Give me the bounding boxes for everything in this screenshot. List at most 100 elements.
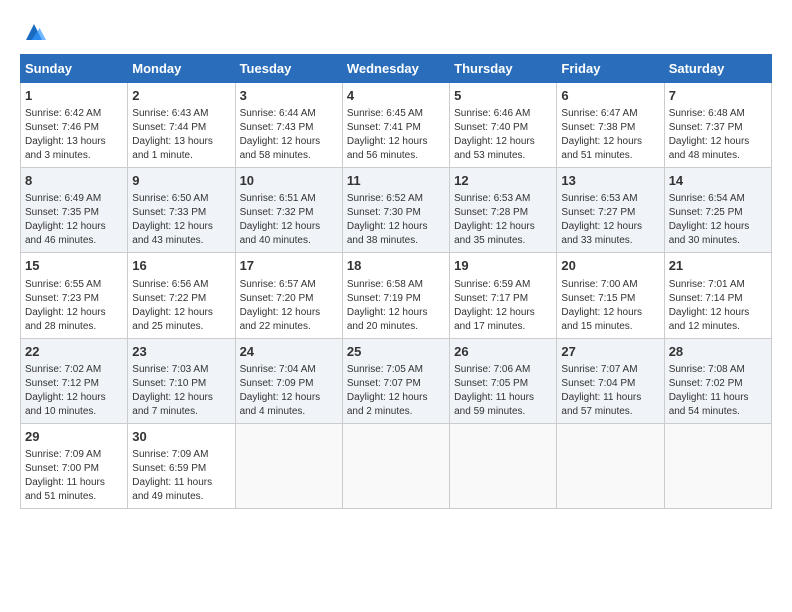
day-number: 15 [25,257,123,275]
calendar-week-4: 22 Sunrise: 7:02 AM Sunset: 7:12 PM Dayli… [21,338,772,423]
day-number: 7 [669,87,767,105]
calendar-cell: 15 Sunrise: 6:55 AM Sunset: 7:23 PM Dayli… [21,253,128,338]
calendar-cell: 16 Sunrise: 6:56 AM Sunset: 7:22 PM Dayli… [128,253,235,338]
calendar-cell: 1 Sunrise: 6:42 AM Sunset: 7:46 PM Daylig… [21,83,128,168]
day-info: Sunrise: 6:46 AM Sunset: 7:40 PM Dayligh… [454,107,552,163]
calendar-cell: 27 Sunrise: 7:07 AM Sunset: 7:04 PM Dayli… [557,338,664,423]
calendar-cell: 19 Sunrise: 6:59 AM Sunset: 7:17 PM Dayli… [450,253,557,338]
calendar-week-5: 29 Sunrise: 7:09 AM Sunset: 7:00 PM Dayli… [21,423,772,508]
calendar-cell: 13 Sunrise: 6:53 AM Sunset: 7:27 PM Dayli… [557,168,664,253]
day-number: 18 [347,257,445,275]
calendar-cell: 26 Sunrise: 7:06 AM Sunset: 7:05 PM Dayli… [450,338,557,423]
calendar-cell: 4 Sunrise: 6:45 AM Sunset: 7:41 PM Daylig… [342,83,449,168]
day-number: 30 [132,428,230,446]
calendar-cell [235,423,342,508]
weekday-header-wednesday: Wednesday [342,55,449,83]
day-number: 5 [454,87,552,105]
day-info: Sunrise: 6:42 AM Sunset: 7:46 PM Dayligh… [25,107,123,163]
day-info: Sunrise: 7:03 AM Sunset: 7:10 PM Dayligh… [132,363,230,419]
day-info: Sunrise: 6:52 AM Sunset: 7:30 PM Dayligh… [347,192,445,248]
day-info: Sunrise: 7:07 AM Sunset: 7:04 PM Dayligh… [561,363,659,419]
calendar-cell: 18 Sunrise: 6:58 AM Sunset: 7:19 PM Dayli… [342,253,449,338]
day-number: 11 [347,172,445,190]
day-info: Sunrise: 6:43 AM Sunset: 7:44 PM Dayligh… [132,107,230,163]
calendar-cell [664,423,771,508]
weekday-header-sunday: Sunday [21,55,128,83]
weekday-header-thursday: Thursday [450,55,557,83]
calendar-week-2: 8 Sunrise: 6:49 AM Sunset: 7:35 PM Daylig… [21,168,772,253]
day-number: 25 [347,343,445,361]
day-info: Sunrise: 6:48 AM Sunset: 7:37 PM Dayligh… [669,107,767,163]
calendar-cell [557,423,664,508]
weekday-header-tuesday: Tuesday [235,55,342,83]
day-info: Sunrise: 6:50 AM Sunset: 7:33 PM Dayligh… [132,192,230,248]
calendar-cell: 23 Sunrise: 7:03 AM Sunset: 7:10 PM Dayli… [128,338,235,423]
day-info: Sunrise: 7:01 AM Sunset: 7:14 PM Dayligh… [669,278,767,334]
calendar-week-3: 15 Sunrise: 6:55 AM Sunset: 7:23 PM Dayli… [21,253,772,338]
day-number: 2 [132,87,230,105]
day-number: 21 [669,257,767,275]
calendar-cell: 29 Sunrise: 7:09 AM Sunset: 7:00 PM Dayli… [21,423,128,508]
day-number: 22 [25,343,123,361]
calendar-cell [342,423,449,508]
day-info: Sunrise: 6:56 AM Sunset: 7:22 PM Dayligh… [132,278,230,334]
day-number: 9 [132,172,230,190]
day-number: 1 [25,87,123,105]
weekday-header-row: SundayMondayTuesdayWednesdayThursdayFrid… [21,55,772,83]
logo [20,20,46,44]
calendar-cell: 22 Sunrise: 7:02 AM Sunset: 7:12 PM Dayli… [21,338,128,423]
day-info: Sunrise: 7:04 AM Sunset: 7:09 PM Dayligh… [240,363,338,419]
calendar-cell: 20Sunrise: 7:00 AM Sunset: 7:15 PM Dayli… [557,253,664,338]
calendar-cell: 5 Sunrise: 6:46 AM Sunset: 7:40 PM Daylig… [450,83,557,168]
day-info: Sunrise: 6:55 AM Sunset: 7:23 PM Dayligh… [25,278,123,334]
day-number: 13 [561,172,659,190]
day-info: Sunrise: 6:51 AM Sunset: 7:32 PM Dayligh… [240,192,338,248]
day-number: 6 [561,87,659,105]
day-number: 23 [132,343,230,361]
day-info: Sunrise: 7:09 AM Sunset: 7:00 PM Dayligh… [25,448,123,504]
calendar-cell: 2 Sunrise: 6:43 AM Sunset: 7:44 PM Daylig… [128,83,235,168]
calendar-table: SundayMondayTuesdayWednesdayThursdayFrid… [20,54,772,509]
day-info: Sunrise: 6:54 AM Sunset: 7:25 PM Dayligh… [669,192,767,248]
day-number: 3 [240,87,338,105]
day-number: 19 [454,257,552,275]
day-info: Sunrise: 6:44 AM Sunset: 7:43 PM Dayligh… [240,107,338,163]
day-number: 24 [240,343,338,361]
day-info: Sunrise: 7:08 AM Sunset: 7:02 PM Dayligh… [669,363,767,419]
logo-icon [22,20,46,44]
day-info: Sunrise: 6:53 AM Sunset: 7:28 PM Dayligh… [454,192,552,248]
day-number: 12 [454,172,552,190]
calendar-cell: 3 Sunrise: 6:44 AM Sunset: 7:43 PM Daylig… [235,83,342,168]
weekday-header-friday: Friday [557,55,664,83]
day-number: 8 [25,172,123,190]
calendar-cell: 21 Sunrise: 7:01 AM Sunset: 7:14 PM Dayli… [664,253,771,338]
day-info: Sunrise: 6:57 AM Sunset: 7:20 PM Dayligh… [240,278,338,334]
day-info: Sunrise: 6:49 AM Sunset: 7:35 PM Dayligh… [25,192,123,248]
calendar-cell: 12 Sunrise: 6:53 AM Sunset: 7:28 PM Dayli… [450,168,557,253]
calendar-cell: 9 Sunrise: 6:50 AM Sunset: 7:33 PM Daylig… [128,168,235,253]
day-number: 4 [347,87,445,105]
calendar-cell: 14Sunrise: 6:54 AM Sunset: 7:25 PM Dayli… [664,168,771,253]
weekday-header-saturday: Saturday [664,55,771,83]
day-number: 29 [25,428,123,446]
day-number: 20 [561,257,659,275]
day-info: Sunrise: 7:02 AM Sunset: 7:12 PM Dayligh… [25,363,123,419]
calendar-cell: 7 Sunrise: 6:48 AM Sunset: 7:37 PM Daylig… [664,83,771,168]
calendar-cell: 10Sunrise: 6:51 AM Sunset: 7:32 PM Dayli… [235,168,342,253]
calendar-cell: 24 Sunrise: 7:04 AM Sunset: 7:09 PM Dayli… [235,338,342,423]
day-info: Sunrise: 6:59 AM Sunset: 7:17 PM Dayligh… [454,278,552,334]
day-info: Sunrise: 6:53 AM Sunset: 7:27 PM Dayligh… [561,192,659,248]
day-info: Sunrise: 7:06 AM Sunset: 7:05 PM Dayligh… [454,363,552,419]
day-number: 26 [454,343,552,361]
calendar-cell: 17Sunrise: 6:57 AM Sunset: 7:20 PM Dayli… [235,253,342,338]
day-number: 28 [669,343,767,361]
calendar-cell [450,423,557,508]
calendar-cell: 28 Sunrise: 7:08 AM Sunset: 7:02 PM Dayli… [664,338,771,423]
day-info: Sunrise: 6:45 AM Sunset: 7:41 PM Dayligh… [347,107,445,163]
day-number: 27 [561,343,659,361]
calendar-cell: 30Sunrise: 7:09 AM Sunset: 6:59 PM Dayli… [128,423,235,508]
calendar-cell: 25Sunrise: 7:05 AM Sunset: 7:07 PM Dayli… [342,338,449,423]
day-number: 16 [132,257,230,275]
day-info: Sunrise: 6:58 AM Sunset: 7:19 PM Dayligh… [347,278,445,334]
calendar-cell: 8 Sunrise: 6:49 AM Sunset: 7:35 PM Daylig… [21,168,128,253]
